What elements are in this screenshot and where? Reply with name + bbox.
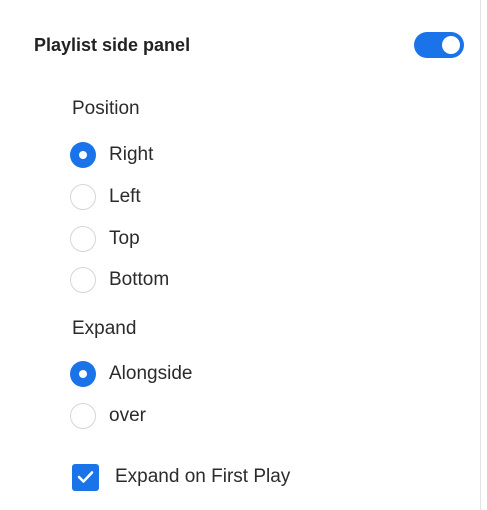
- radio-button-checked[interactable]: [70, 361, 96, 387]
- radio-position-right[interactable]: Right: [70, 139, 153, 171]
- radio-button-checked[interactable]: [70, 142, 96, 168]
- radio-button[interactable]: [70, 403, 96, 429]
- checkmark-icon: [77, 471, 94, 483]
- panel-divider: [480, 0, 481, 510]
- radio-expand-alongside[interactable]: Alongside: [70, 358, 192, 390]
- radio-position-top[interactable]: Top: [70, 223, 140, 255]
- playlist-side-panel-settings: Playlist side panel Position Right Left …: [0, 0, 480, 510]
- checkbox-label: Expand on First Play: [115, 466, 291, 487]
- position-label: Position: [72, 98, 140, 119]
- expand-label: Expand: [72, 318, 137, 339]
- expand-on-first-play-checkbox[interactable]: [72, 463, 99, 491]
- radio-label: Alongside: [109, 363, 193, 384]
- toggle-knob: [442, 36, 460, 54]
- radio-position-bottom[interactable]: Bottom: [70, 264, 169, 296]
- radio-label: Left: [109, 186, 141, 207]
- section-title: Playlist side panel: [34, 34, 191, 55]
- expand-on-first-play-option[interactable]: Expand on First Play: [72, 460, 290, 494]
- radio-button[interactable]: [70, 184, 96, 210]
- radio-label: Bottom: [109, 269, 170, 290]
- radio-button[interactable]: [70, 267, 96, 293]
- radio-expand-over[interactable]: over: [70, 400, 146, 432]
- radio-position-left[interactable]: Left: [70, 181, 141, 213]
- radio-label: over: [109, 405, 146, 426]
- playlist-side-panel-toggle[interactable]: [414, 32, 464, 58]
- radio-label: Right: [109, 144, 154, 165]
- header-row: Playlist side panel: [34, 30, 464, 60]
- radio-button[interactable]: [70, 226, 96, 252]
- radio-label: Top: [109, 228, 140, 249]
